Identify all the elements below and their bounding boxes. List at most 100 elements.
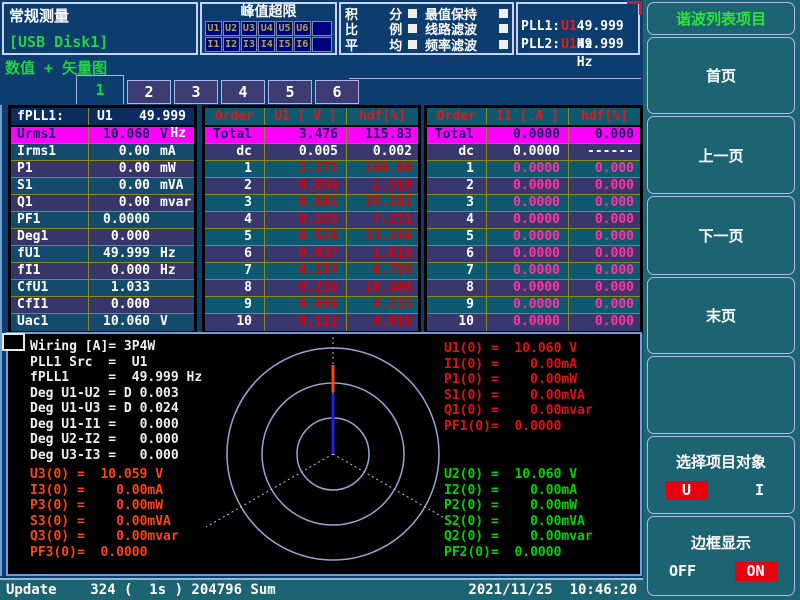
order-cell: 8 — [205, 280, 265, 296]
table-row: Uac1 10.060 V — [11, 314, 194, 331]
table-row: Total 3.476 115.83 — [205, 127, 418, 144]
value-cell: 0.0000 — [487, 246, 569, 262]
hdf-cell: 0.000 — [569, 263, 640, 279]
hdf-cell: 35.281 — [347, 195, 418, 211]
peak-overlimit-title: 峰值超限 — [205, 4, 332, 20]
select-item-object-button[interactable]: 选择项目对象 U I — [647, 436, 795, 514]
peak-cell: I6 — [294, 37, 311, 52]
next-page-button[interactable]: 下一页 — [647, 196, 795, 275]
hdf-cell: 23.246 — [347, 229, 418, 245]
value-cell: 0.0000 — [487, 263, 569, 279]
pll-box: PLL1: U1 49.999 Hz PLL2: U1 49.999 Hz — [516, 2, 640, 55]
order-cell: 10 — [205, 314, 265, 331]
border-option[interactable]: OFF — [666, 562, 700, 581]
softkey-sidebar: 谐波列表项目 首页 上一页 下一页 末页 选择项目对象 UI 边框显示 OFFO… — [643, 0, 800, 600]
value-cell: 0.165 — [265, 212, 347, 228]
peak-cell: I5 — [276, 37, 293, 52]
item-value: 0.000 — [89, 229, 154, 245]
page-tab[interactable]: 5 — [268, 80, 312, 104]
page-tab[interactable]: 1 — [76, 75, 124, 104]
table-row: 4 0.0000 0.000 — [427, 212, 640, 229]
home-page-button[interactable]: 首页 — [647, 37, 795, 114]
indicator-row: 比 例 — [345, 22, 417, 36]
border-display-button[interactable]: 边框显示 OFFON — [647, 516, 795, 596]
prev-page-button[interactable]: 上一页 — [647, 116, 795, 194]
order-cell: 8 — [427, 280, 487, 296]
table-row: Total 0.0000 0.000 — [427, 127, 640, 144]
table-row: 5 0.0000 0.000 — [427, 229, 640, 246]
table-row: dc 0.0000 ------ — [427, 144, 640, 161]
phase2-line: Q2(0) = 0.00mvar — [444, 529, 593, 545]
status-bar: Update 324 ( 1s ) 204796 Sum 2021/11/25 … — [0, 578, 645, 600]
hdf-cell: 0.000 — [569, 212, 640, 228]
table-row: 3 0.0000 0.000 — [427, 195, 640, 212]
cursor-marker — [2, 333, 25, 351]
value-cell: 0.0000 — [487, 297, 569, 313]
info-line: Deg U1-I1 = 0.000 — [30, 417, 202, 433]
page-tab[interactable]: 2 — [127, 80, 171, 104]
page-tab[interactable]: 6 — [315, 80, 359, 104]
indicator-square — [499, 24, 508, 33]
order-cell: 2 — [427, 178, 487, 194]
object-option[interactable]: U — [666, 481, 708, 500]
table-row: fU1 49.999 Hz — [11, 246, 194, 263]
item-value: 0.000 — [89, 263, 154, 279]
hdf-cell: 0.000 — [569, 127, 640, 143]
pll-frequency: 49.999 Hz — [577, 18, 635, 36]
page-tab[interactable]: 3 — [174, 80, 218, 104]
value-cell: 0.0000 — [487, 212, 569, 228]
item-name: Q1 — [11, 195, 89, 211]
border-option[interactable]: ON — [735, 562, 777, 581]
update-counter: Update 324 ( 1s ) 204796 Sum — [0, 582, 276, 598]
item-name: Urms1 — [11, 127, 89, 143]
page-tab[interactable]: 4 — [221, 80, 265, 104]
indicator-square — [499, 40, 508, 49]
indicator-square — [408, 9, 417, 18]
peak-cell — [312, 21, 332, 36]
info-line: PLL1 Src = U1 — [30, 355, 202, 371]
u1-harmonic-rows: Total 3.476 115.83 dc 0.005 0.002 1 2.27… — [205, 127, 418, 331]
phase2-line: P2(0) = 0.00mW — [444, 498, 593, 514]
item-unit: mvar — [154, 195, 194, 211]
table-row: 6 0.037 1.616 — [205, 246, 418, 263]
border-display-options: OFF ON — [648, 562, 794, 581]
peak-i-row: I1I2I3I4I5I6 — [205, 37, 332, 52]
usb-disk-label: [USB Disk1] — [9, 33, 108, 51]
table-row: 8 0.0000 0.000 — [427, 280, 640, 297]
phase3-line: Q3(0) = 0.00mvar — [30, 529, 179, 545]
i1-table-header: Order I1 [ A ] hdf[%] — [427, 108, 640, 127]
select-item-object-label: 选择项目对象 — [676, 451, 766, 472]
table-row: 2 0.034 1.510 — [205, 178, 418, 195]
info-line: Deg U2-I2 = 0.000 — [30, 432, 202, 448]
value-cell: 0.0000 — [487, 127, 569, 143]
u1-table-header: Order U1 [ V ] hdf[%] — [205, 108, 418, 127]
hdf-cell: 0.000 — [569, 280, 640, 296]
empty-softkey-button[interactable] — [647, 356, 795, 434]
phase3-line: I3(0) = 0.00mA — [30, 483, 179, 499]
value-cell: 0.0000 — [487, 314, 569, 331]
measure-mode-label: 常规测量 — [9, 5, 69, 26]
table-row: 1 2.271 100.00 — [205, 161, 418, 178]
hdf-cell: 4.233 — [347, 297, 418, 313]
last-page-button[interactable]: 末页 — [647, 277, 795, 354]
hdf-cell: 100.00 — [347, 161, 418, 177]
peak-u-row: U1U2U3U4U5U6 — [205, 21, 332, 36]
value-cell: 0.0000 — [487, 195, 569, 211]
fpll-label: fPLL1: — [11, 108, 89, 125]
info-line: Deg U1-U3 = D 0.024 — [30, 401, 202, 417]
value-cell: 0.005 — [265, 144, 347, 160]
value-cell: 0.528 — [265, 229, 347, 245]
object-option[interactable]: I — [743, 481, 777, 500]
peak-cell: U2 — [223, 21, 240, 36]
u1-harmonic-table: Order U1 [ V ] hdf[%] Total 3.476 115.83… — [202, 105, 421, 334]
phase2-values-block: U2(0) = 10.060 VI2(0) = 0.00mAP2(0) = 0.… — [444, 467, 593, 560]
value-cell: 0.801 — [265, 195, 347, 211]
item-value: 0.0000 — [89, 212, 154, 228]
item-value: 1.033 — [89, 280, 154, 296]
table-row: CfU1 1.033 — [11, 280, 194, 297]
pll-frequency: 49.999 Hz — [577, 36, 635, 54]
table-row: 9 0.0000 0.000 — [427, 297, 640, 314]
indicator-square — [408, 40, 417, 49]
indicator-col-right: 最值保持线路滤波频率滤波 — [425, 6, 508, 51]
phase3-line: P3(0) = 0.00mW — [30, 498, 179, 514]
